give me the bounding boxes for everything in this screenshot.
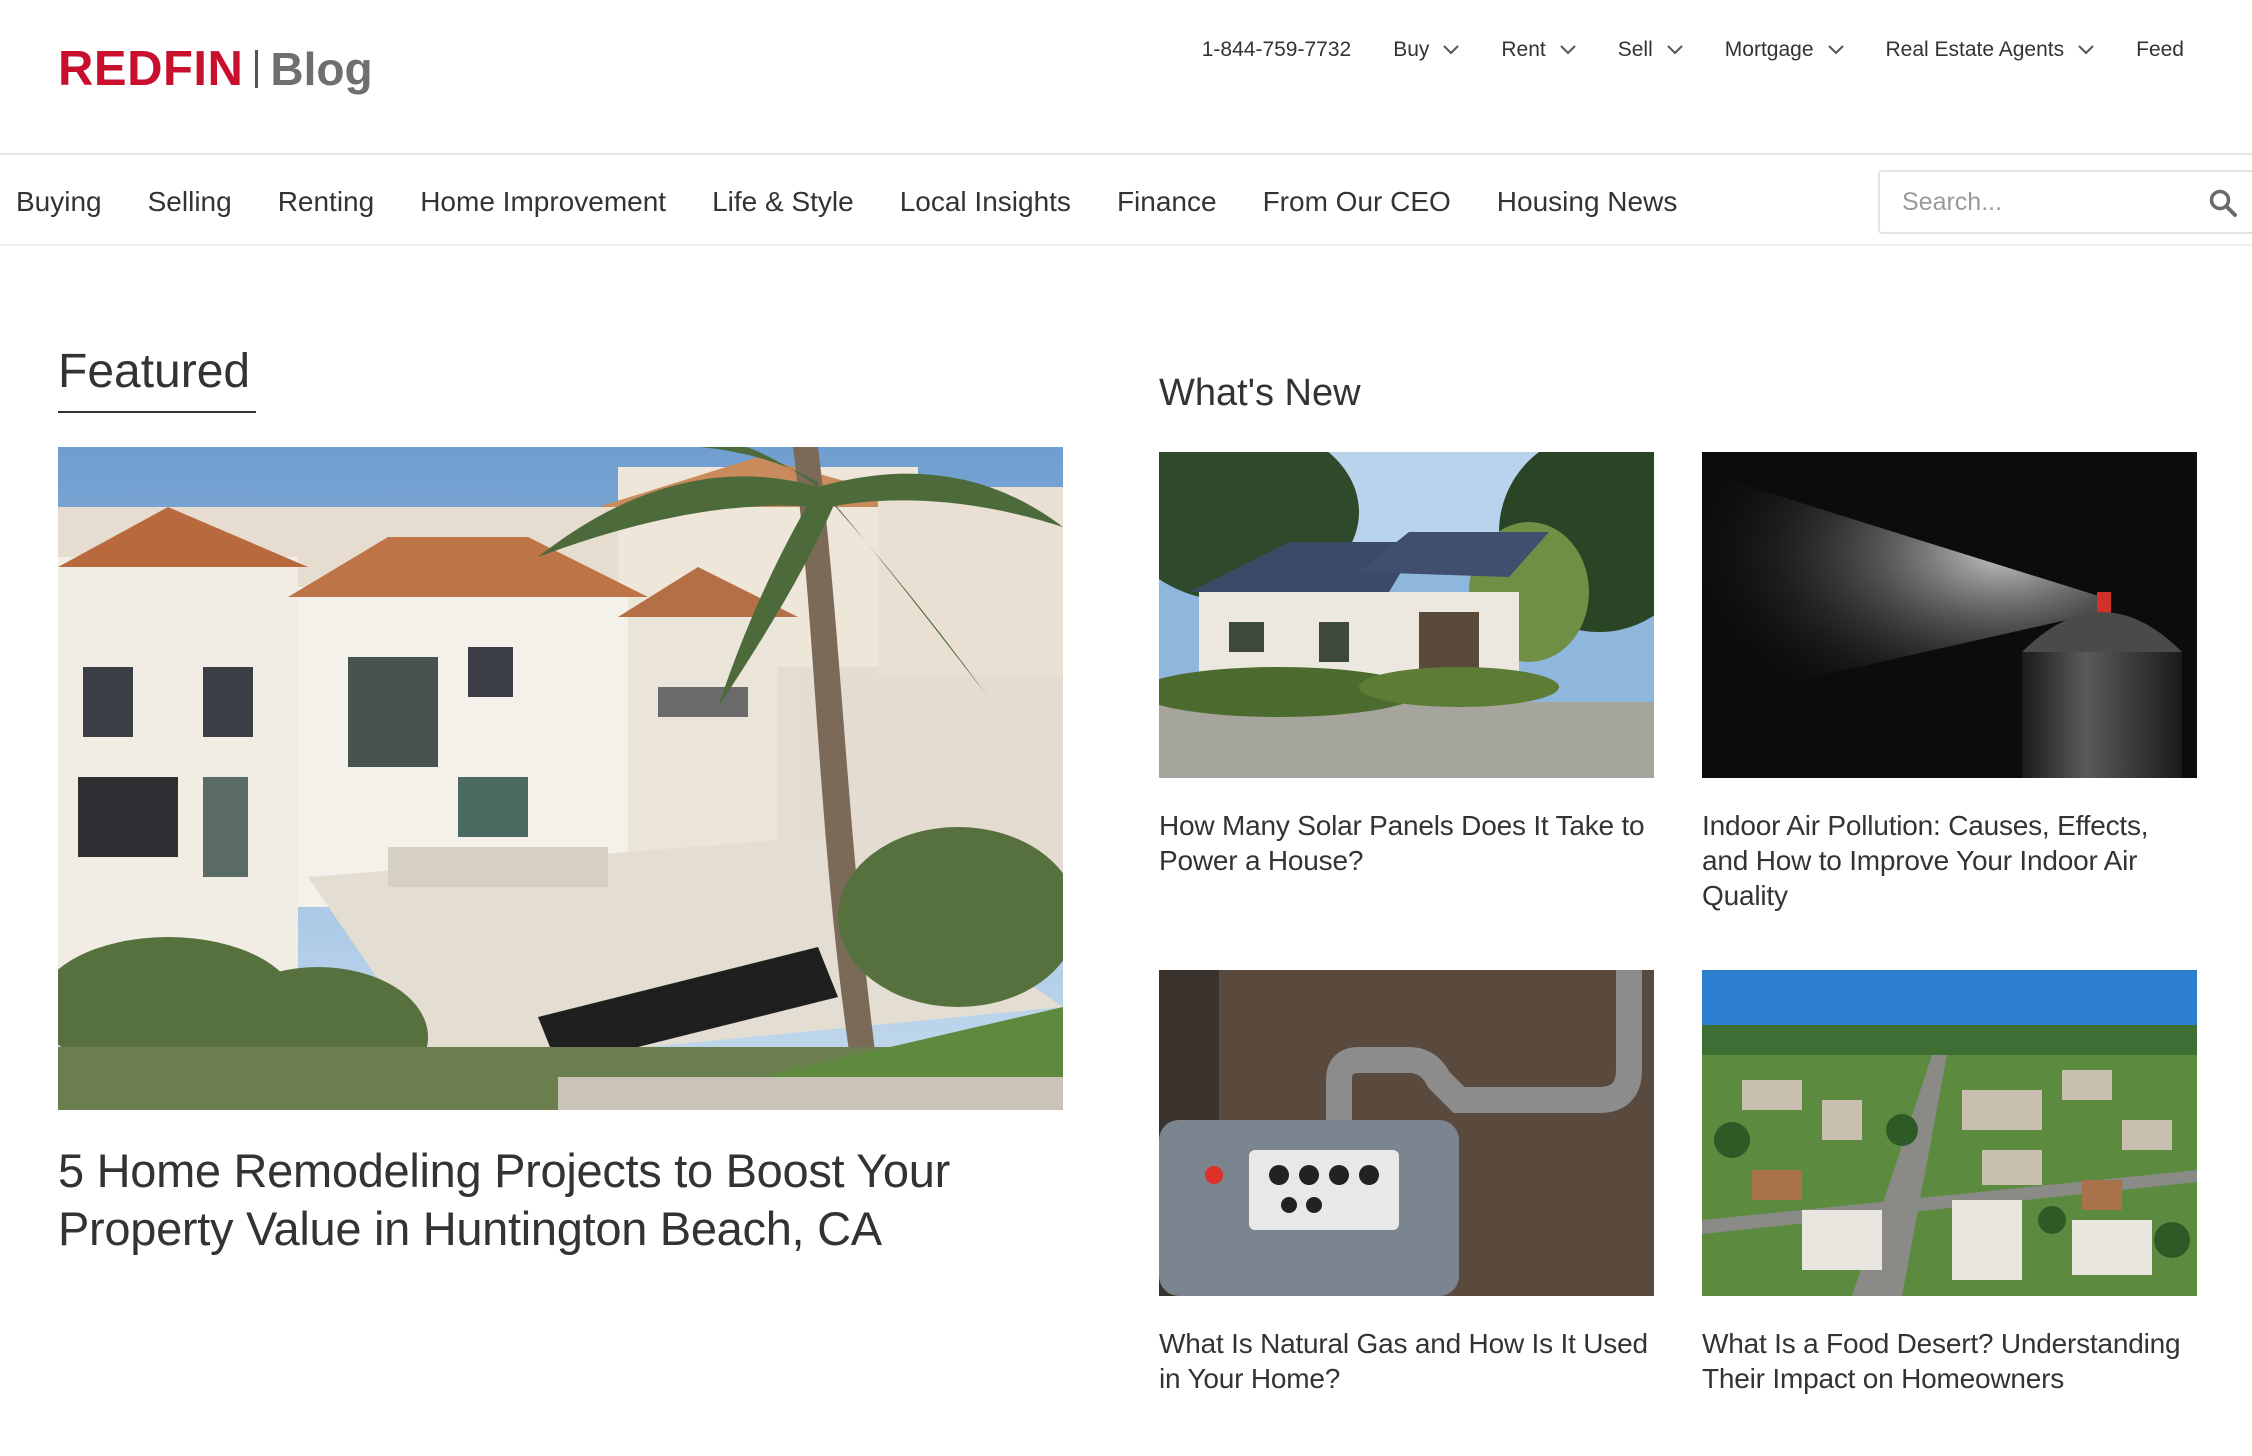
whats-new-heading: What's New — [1159, 372, 1361, 414]
article-title-air-pollution[interactable]: Indoor Air Pollution: Causes, Effects, a… — [1702, 808, 2197, 913]
category-from-our-ceo[interactable]: From Our CEO — [1263, 186, 1451, 218]
category-home-improvement[interactable]: Home Improvement — [420, 186, 666, 218]
nav-sell-label: Sell — [1617, 38, 1653, 61]
chevron-down-icon — [1443, 45, 1460, 55]
chevron-down-icon — [2078, 45, 2094, 55]
top-nav: 1-844-759-7732 Buy Rent Sell Mortgage Re… — [1202, 30, 2184, 70]
article-card: What Is a Food Desert? Understanding The… — [1702, 970, 2197, 1396]
article-card: What Is Natural Gas and How Is It Used i… — [1159, 970, 1654, 1396]
article-image-food-desert[interactable] — [1702, 970, 2197, 1296]
nav-rent-label: Rent — [1501, 38, 1546, 61]
article-card: How Many Solar Panels Does It Take to Po… — [1159, 452, 1654, 878]
category-finance[interactable]: Finance — [1117, 186, 1217, 218]
category-housing-news[interactable]: Housing News — [1497, 186, 1678, 218]
article-image-natural-gas[interactable] — [1159, 970, 1654, 1296]
logo-divider — [255, 50, 259, 88]
nav-sell[interactable]: Sell — [1618, 38, 1683, 62]
article-title-natural-gas[interactable]: What Is Natural Gas and How Is It Used i… — [1159, 1326, 1654, 1396]
redfin-blog-logo[interactable]: REDFIN Blog — [58, 40, 373, 98]
featured-article-image[interactable] — [58, 447, 1063, 1110]
spray-can-illustration — [1702, 452, 2197, 778]
article-image-air-pollution[interactable] — [1702, 452, 2197, 778]
nav-buy[interactable]: Buy — [1393, 38, 1460, 62]
category-renting[interactable]: Renting — [278, 186, 375, 218]
category-buying[interactable]: Buying — [16, 186, 102, 218]
nav-feed[interactable]: Feed — [2136, 38, 2184, 62]
search-icon[interactable] — [2208, 188, 2238, 218]
nav-real-estate-agents[interactable]: Real Estate Agents — [1886, 38, 2095, 62]
nav-rent[interactable]: Rent — [1501, 38, 1576, 62]
logo-blog-label: Blog — [270, 43, 373, 95]
solar-house-illustration — [1159, 452, 1654, 778]
featured-underline — [58, 411, 256, 413]
article-title-solar[interactable]: How Many Solar Panels Does It Take to Po… — [1159, 808, 1654, 878]
featured-house-illustration — [58, 447, 1063, 1110]
featured-article-title[interactable]: 5 Home Remodeling Projects to Boost Your… — [58, 1142, 1068, 1258]
featured-heading: Featured — [58, 345, 251, 398]
gas-meter-illustration — [1159, 970, 1654, 1296]
article-image-solar[interactable] — [1159, 452, 1654, 778]
article-title-food-desert[interactable]: What Is a Food Desert? Understanding The… — [1702, 1326, 2197, 1396]
nav-buy-label: Buy — [1393, 38, 1430, 61]
category-local-insights[interactable]: Local Insights — [900, 186, 1071, 218]
nav-real-estate-agents-label: Real Estate Agents — [1885, 38, 2065, 61]
article-card: Indoor Air Pollution: Causes, Effects, a… — [1702, 452, 2197, 913]
chevron-down-icon — [1667, 45, 1683, 55]
search-input[interactable] — [1880, 187, 2180, 217]
search-box — [1878, 170, 2252, 234]
category-bar: Buying Selling Renting Home Improvement … — [0, 157, 2252, 246]
logo-wordmark: REDFIN — [58, 41, 244, 96]
phone-link[interactable]: 1-844-759-7732 — [1202, 38, 1351, 62]
chevron-down-icon — [1560, 45, 1576, 55]
nav-mortgage-label: Mortgage — [1724, 38, 1814, 61]
aerial-town-illustration — [1702, 970, 2197, 1296]
site-header: REDFIN Blog 1-844-759-7732 Buy Rent Sell… — [0, 0, 2252, 155]
category-selling[interactable]: Selling — [148, 186, 232, 218]
category-list: Buying Selling Renting Home Improvement … — [16, 157, 1723, 246]
nav-mortgage[interactable]: Mortgage — [1725, 38, 1844, 62]
category-life-and-style[interactable]: Life & Style — [712, 186, 854, 218]
chevron-down-icon — [1827, 45, 1844, 55]
